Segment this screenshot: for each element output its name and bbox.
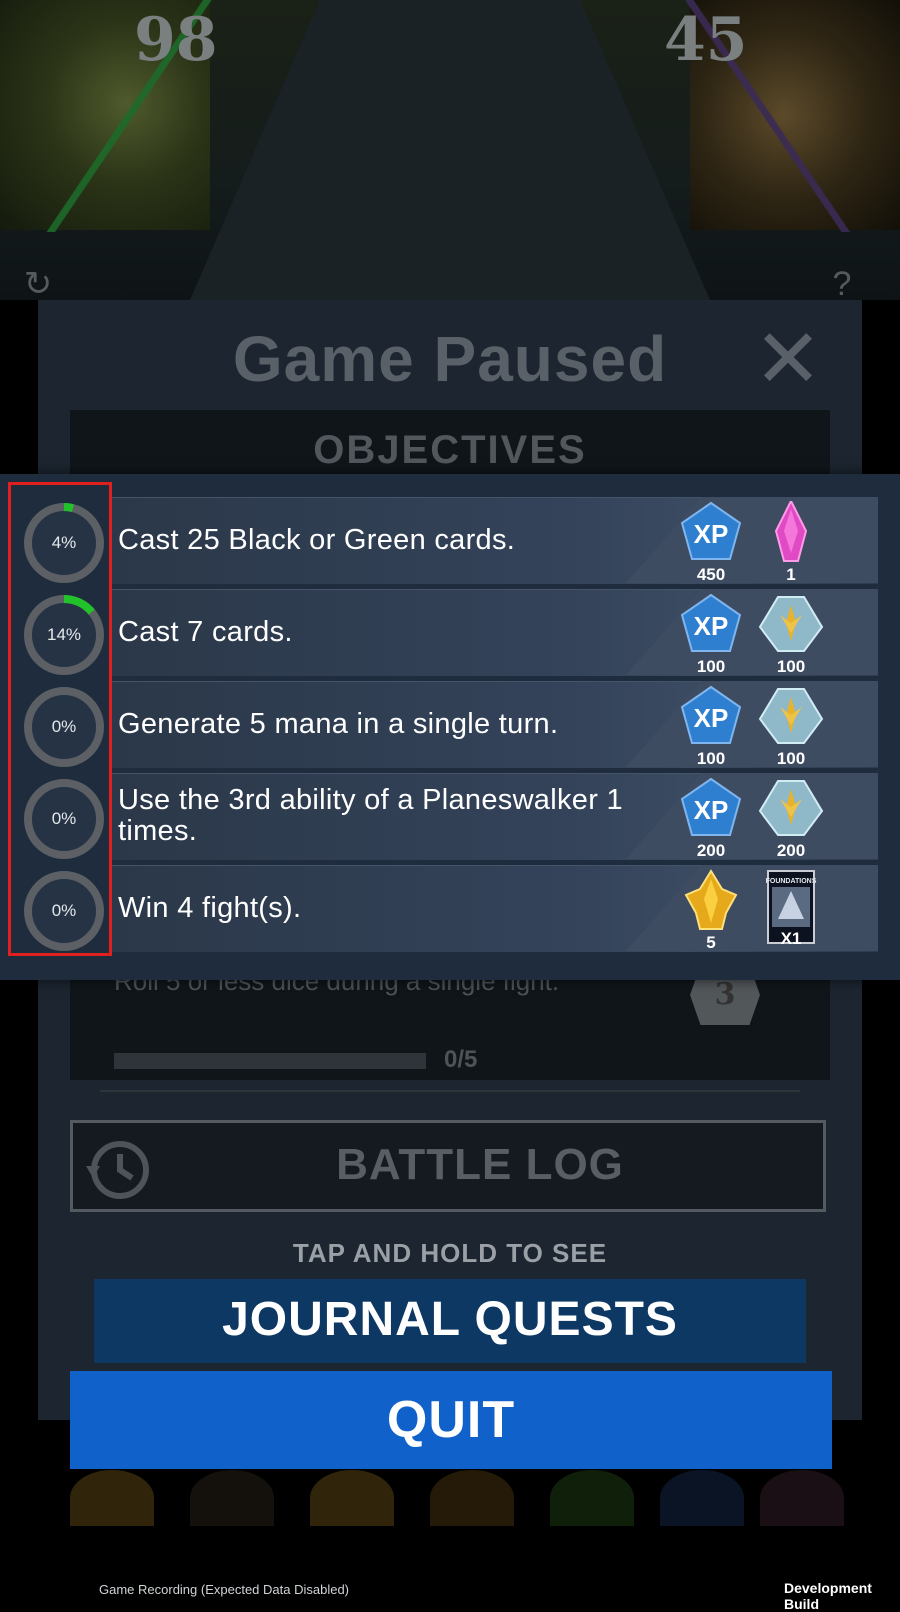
quit-label: QUIT <box>386 1391 516 1449</box>
pack-name: FOUNDATIONS <box>766 878 817 885</box>
recording-notice: Game Recording (Expected Data Disabled) <box>99 1582 350 1597</box>
xp-label: XP <box>694 519 729 549</box>
xp-amount: 100 <box>696 657 726 676</box>
xp-reward: XP 200 <box>676 777 746 860</box>
objective-text: Generate 5 mana in a single turn. <box>118 707 559 740</box>
close-icon[interactable]: ✕ <box>752 319 824 401</box>
gold-reward: 5 <box>676 869 746 952</box>
mastery-reward: 100 <box>756 685 826 768</box>
objective-row: 0% Generate 5 mana in a single turn. XP … <box>0 681 900 768</box>
build-label: Development Build <box>784 1580 872 1612</box>
battle-log-label: BATTLE LOG <box>336 1140 624 1189</box>
divider <box>100 1090 800 1092</box>
xp-icon: XP <box>680 501 742 560</box>
mastery-gem-icon <box>758 780 824 836</box>
journal-quests-label: JOURNAL QUESTS <box>222 1293 678 1346</box>
objective-text: Cast 7 cards. <box>118 615 293 648</box>
objectives-overlay: 4% Cast 25 Black or Green cards. XP 450 … <box>0 474 900 980</box>
pause-title: Game Paused <box>232 323 668 395</box>
pack-reward: FOUNDATIONS X1 <box>756 869 826 951</box>
mastery-gem-icon <box>758 596 824 652</box>
objective-row: 0% Win 4 fight(s). 5 FOUNDATIONS X1 <box>0 865 900 952</box>
black-mana-icon <box>190 1470 274 1526</box>
blue-mana-icon <box>660 1470 744 1526</box>
xp-amount: 450 <box>696 565 726 584</box>
gold-crystal-icon <box>684 869 738 930</box>
help-icon: ? <box>832 265 852 303</box>
gold-amount: 5 <box>706 933 716 952</box>
white-mana-icon <box>70 1470 154 1526</box>
xp-reward: XP 100 <box>676 685 746 768</box>
background-objective-count: 0/5 <box>444 1046 478 1073</box>
xp-amount: 100 <box>696 749 726 768</box>
mastery-reward: 200 <box>756 777 826 860</box>
objective-row: 14% Cast 7 cards. XP 100 100 <box>0 589 900 676</box>
shard-amount: 1 <box>786 565 796 584</box>
objective-text: Win 4 fight(s). <box>118 891 302 924</box>
objective-text: Cast 25 Black or Green cards. <box>118 523 516 556</box>
xp-label: XP <box>694 611 729 641</box>
xp-reward: XP 100 <box>676 593 746 676</box>
progress-highlight-box <box>8 482 112 956</box>
mastery-gem-icon <box>758 688 824 744</box>
xp-label: XP <box>694 703 729 733</box>
objective-row: 4% Cast 25 Black or Green cards. XP 450 … <box>0 497 900 584</box>
colorless-mana-icon <box>430 1470 514 1526</box>
pack-amount: X1 <box>780 929 802 948</box>
background-objective-progress-bar <box>114 1053 426 1069</box>
xp-label: XP <box>694 795 729 825</box>
crystal-shard-icon <box>774 498 808 562</box>
xp-icon: XP <box>680 685 742 744</box>
white-mana-icon <box>310 1470 394 1526</box>
mana-bar <box>70 1470 844 1530</box>
objectives-header: OBJECTIVES <box>313 428 587 472</box>
green-mana-icon <box>550 1470 634 1526</box>
xp-icon: XP <box>680 593 742 652</box>
shard-reward: 1 <box>756 498 826 584</box>
left-life-total: 98 <box>134 5 218 75</box>
mastery-reward: 100 <box>756 593 826 676</box>
mastery-amount: 100 <box>776 749 806 768</box>
tap-hint-label: TAP AND HOLD TO SEE <box>292 1238 608 1268</box>
objective-text: Use the 3rd ability of a Planeswalker 1 … <box>118 784 623 847</box>
xp-amount: 200 <box>696 841 726 860</box>
red-mana-icon <box>760 1470 844 1526</box>
right-life-total: 45 <box>664 5 748 75</box>
mastery-amount: 100 <box>776 657 806 676</box>
xp-reward: XP 450 <box>676 501 746 584</box>
refresh-icon: ↻ <box>23 265 53 303</box>
xp-icon: XP <box>680 777 742 836</box>
objective-row: 0% Use the 3rd ability of a Planeswalker… <box>0 773 900 860</box>
mastery-amount: 200 <box>776 841 806 860</box>
